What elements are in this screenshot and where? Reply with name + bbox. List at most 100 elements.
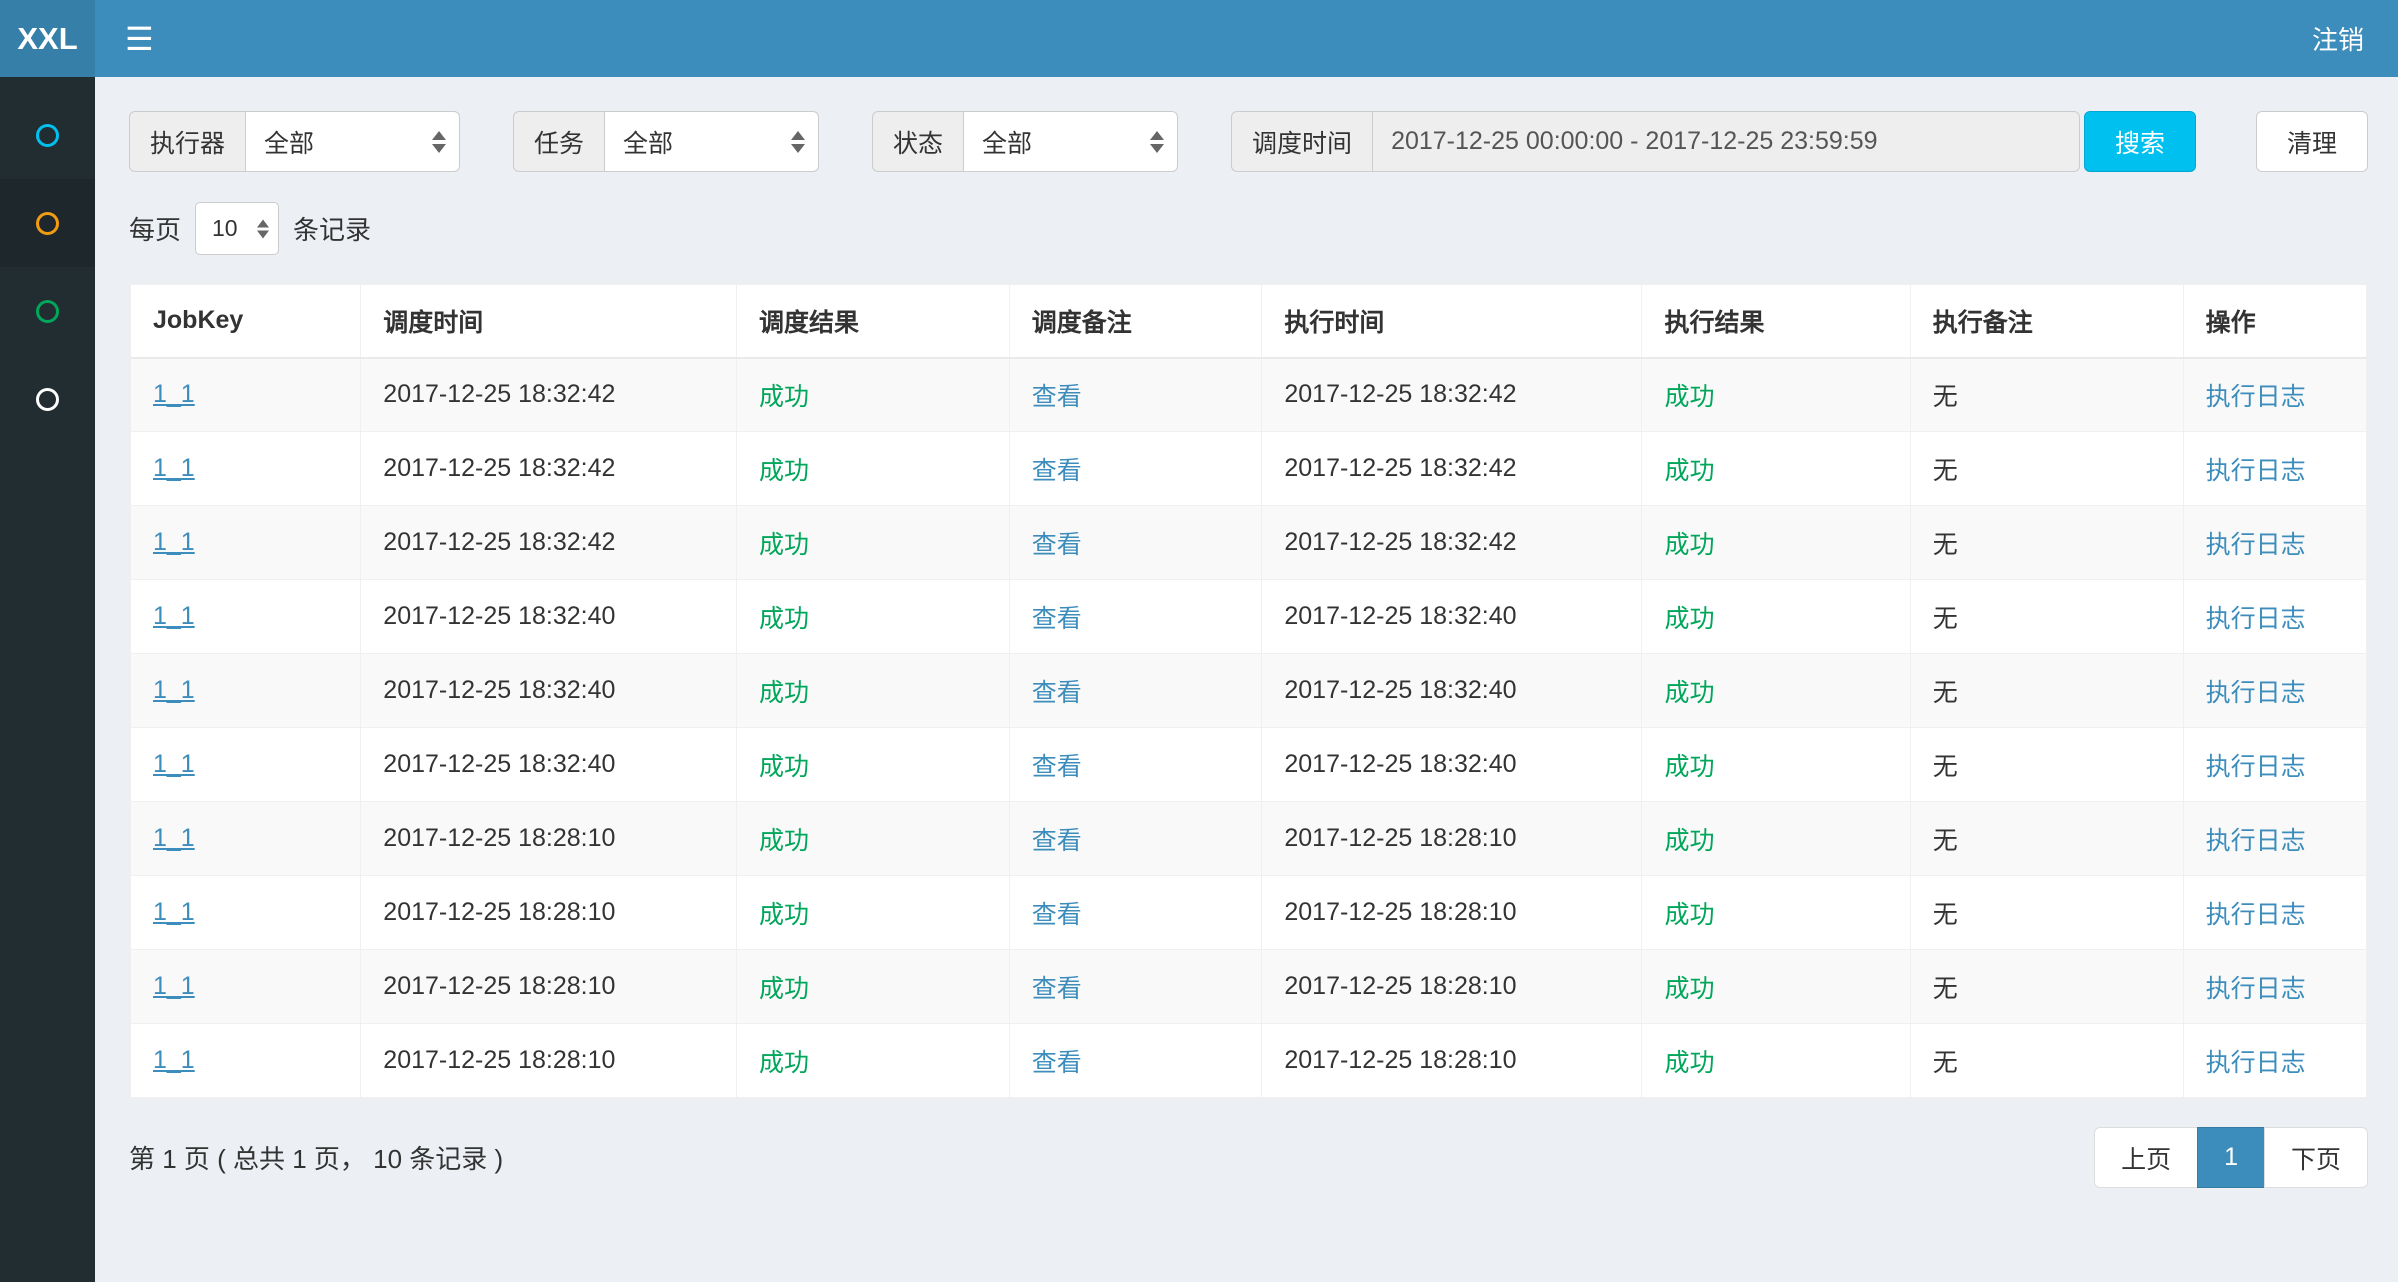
search-button[interactable]: 搜索: [2084, 111, 2196, 172]
job-selected-value: 全部: [623, 124, 673, 160]
prev-page-button[interactable]: 上页: [2094, 1127, 2198, 1188]
sidebar-item-3[interactable]: [0, 267, 95, 355]
next-page-button[interactable]: 下页: [2264, 1127, 2368, 1188]
jobkey-link[interactable]: 1_1: [153, 380, 195, 408]
select-arrows-icon: [791, 131, 805, 153]
jobkey-link[interactable]: 1_1: [153, 972, 195, 1000]
circle-icon: [36, 300, 59, 323]
page-size-value: 10: [212, 215, 238, 242]
exec-log-link[interactable]: 执行日志: [2206, 531, 2306, 559]
status-select[interactable]: 全部: [963, 111, 1178, 172]
col-action: 操作: [2183, 285, 2366, 358]
trigger-result-cell: 成功: [736, 950, 1009, 1024]
pagination-summary: 第 1 页 ( 总共 1 页， 10 条记录 ): [129, 1139, 503, 1176]
exec-log-link[interactable]: 执行日志: [2206, 605, 2306, 633]
trigger-msg-link[interactable]: 查看: [1032, 1049, 1082, 1077]
trigger-result-cell: 成功: [736, 432, 1009, 506]
trigger-msg-link[interactable]: 查看: [1032, 827, 1082, 855]
col-handle-result: 执行结果: [1642, 285, 1910, 358]
handle-msg-cell: 无: [1910, 580, 2183, 654]
trigger-msg-link[interactable]: 查看: [1032, 605, 1082, 633]
jobkey-link[interactable]: 1_1: [153, 824, 195, 852]
status-selected-value: 全部: [982, 124, 1032, 160]
handle-time-cell: 2017-12-25 18:32:40: [1262, 654, 1642, 728]
circle-icon: [36, 124, 59, 147]
table-row: 1_1 2017-12-25 18:32:42 成功 查看 2017-12-25…: [131, 358, 2367, 432]
trigger-msg-link[interactable]: 查看: [1032, 383, 1082, 411]
logout-link[interactable]: 注销: [2312, 25, 2364, 55]
handle-msg-cell: 无: [1910, 506, 2183, 580]
page-size-row: 每页 10 条记录: [129, 202, 2368, 255]
page-size-select[interactable]: 10: [195, 202, 279, 255]
table-footer: 第 1 页 ( 总共 1 页， 10 条记录 ) 上页 1 下页: [129, 1127, 2368, 1210]
jobkey-link[interactable]: 1_1: [153, 750, 195, 778]
hamburger-icon[interactable]: ☰: [95, 0, 184, 77]
exec-log-link[interactable]: 执行日志: [2206, 975, 2306, 1003]
exec-log-link[interactable]: 执行日志: [2206, 753, 2306, 781]
trigger-time-cell: 2017-12-25 18:28:10: [361, 950, 737, 1024]
trigger-msg-link[interactable]: 查看: [1032, 753, 1082, 781]
page-size-suffix: 条记录: [293, 210, 371, 247]
exec-log-link[interactable]: 执行日志: [2206, 1049, 2306, 1077]
trigger-msg-link[interactable]: 查看: [1032, 531, 1082, 559]
exec-log-link[interactable]: 执行日志: [2206, 901, 2306, 929]
trigger-result-cell: 成功: [736, 728, 1009, 802]
handle-result-cell: 成功: [1642, 1024, 1910, 1098]
exec-log-link[interactable]: 执行日志: [2206, 679, 2306, 707]
handle-result-cell: 成功: [1642, 654, 1910, 728]
handle-msg-cell: 无: [1910, 802, 2183, 876]
trigger-time-cell: 2017-12-25 18:28:10: [361, 1024, 737, 1098]
select-arrows-icon: [257, 219, 269, 238]
job-select[interactable]: 全部: [604, 111, 819, 172]
table-row: 1_1 2017-12-25 18:32:42 成功 查看 2017-12-25…: [131, 432, 2367, 506]
jobkey-link[interactable]: 1_1: [153, 602, 195, 630]
trigger-msg-link[interactable]: 查看: [1032, 457, 1082, 485]
jobkey-link[interactable]: 1_1: [153, 528, 195, 556]
trigger-result-cell: 成功: [736, 802, 1009, 876]
handle-time-cell: 2017-12-25 18:28:10: [1262, 950, 1642, 1024]
col-trigger-time: 调度时间: [361, 285, 737, 358]
table-row: 1_1 2017-12-25 18:32:42 成功 查看 2017-12-25…: [131, 506, 2367, 580]
jobkey-link[interactable]: 1_1: [153, 454, 195, 482]
status-filter-group: 状态 全部: [872, 111, 1178, 172]
handle-msg-cell: 无: [1910, 358, 2183, 432]
content-wrapper: 调度日志 任务调度中心 执行器 全部 任务 全部 状态 全部: [95, 0, 2398, 1210]
handle-time-cell: 2017-12-25 18:32:42: [1262, 506, 1642, 580]
circle-icon: [36, 212, 59, 235]
current-page-button[interactable]: 1: [2197, 1127, 2265, 1188]
trigger-time-cell: 2017-12-25 18:32:42: [361, 506, 737, 580]
logo[interactable]: XXL: [0, 0, 95, 77]
select-arrows-icon: [432, 131, 446, 153]
handle-result-cell: 成功: [1642, 506, 1910, 580]
jobkey-link[interactable]: 1_1: [153, 898, 195, 926]
trigger-msg-link[interactable]: 查看: [1032, 901, 1082, 929]
trigger-msg-link[interactable]: 查看: [1032, 975, 1082, 1003]
handle-time-cell: 2017-12-25 18:32:40: [1262, 580, 1642, 654]
exec-log-link[interactable]: 执行日志: [2206, 383, 2306, 411]
jobkey-link[interactable]: 1_1: [153, 1046, 195, 1074]
time-range-input[interactable]: [1372, 111, 2080, 172]
sidebar-item-1[interactable]: [0, 91, 95, 179]
sidebar-item-2[interactable]: [0, 179, 95, 267]
handle-time-cell: 2017-12-25 18:28:10: [1262, 1024, 1642, 1098]
jobkey-link[interactable]: 1_1: [153, 676, 195, 704]
trigger-time-cell: 2017-12-25 18:32:40: [361, 580, 737, 654]
table-row: 1_1 2017-12-25 18:28:10 成功 查看 2017-12-25…: [131, 802, 2367, 876]
executor-select[interactable]: 全部: [245, 111, 460, 172]
trigger-msg-link[interactable]: 查看: [1032, 679, 1082, 707]
table-row: 1_1 2017-12-25 18:32:40 成功 查看 2017-12-25…: [131, 654, 2367, 728]
handle-msg-cell: 无: [1910, 432, 2183, 506]
handle-time-cell: 2017-12-25 18:28:10: [1262, 802, 1642, 876]
executor-filter-group: 执行器 全部: [129, 111, 460, 172]
handle-time-cell: 2017-12-25 18:32:42: [1262, 358, 1642, 432]
clear-button[interactable]: 清理: [2256, 111, 2368, 172]
handle-time-cell: 2017-12-25 18:28:10: [1262, 876, 1642, 950]
sidebar-item-4[interactable]: [0, 355, 95, 443]
col-trigger-result: 调度结果: [736, 285, 1009, 358]
table-row: 1_1 2017-12-25 18:32:40 成功 查看 2017-12-25…: [131, 580, 2367, 654]
exec-log-link[interactable]: 执行日志: [2206, 457, 2306, 485]
handle-result-cell: 成功: [1642, 358, 1910, 432]
table-header-row: JobKey 调度时间 调度结果 调度备注 执行时间 执行结果 执行备注 操作: [131, 285, 2367, 358]
exec-log-link[interactable]: 执行日志: [2206, 827, 2306, 855]
log-table-container: JobKey 调度时间 调度结果 调度备注 执行时间 执行结果 执行备注 操作 …: [129, 283, 2368, 1099]
